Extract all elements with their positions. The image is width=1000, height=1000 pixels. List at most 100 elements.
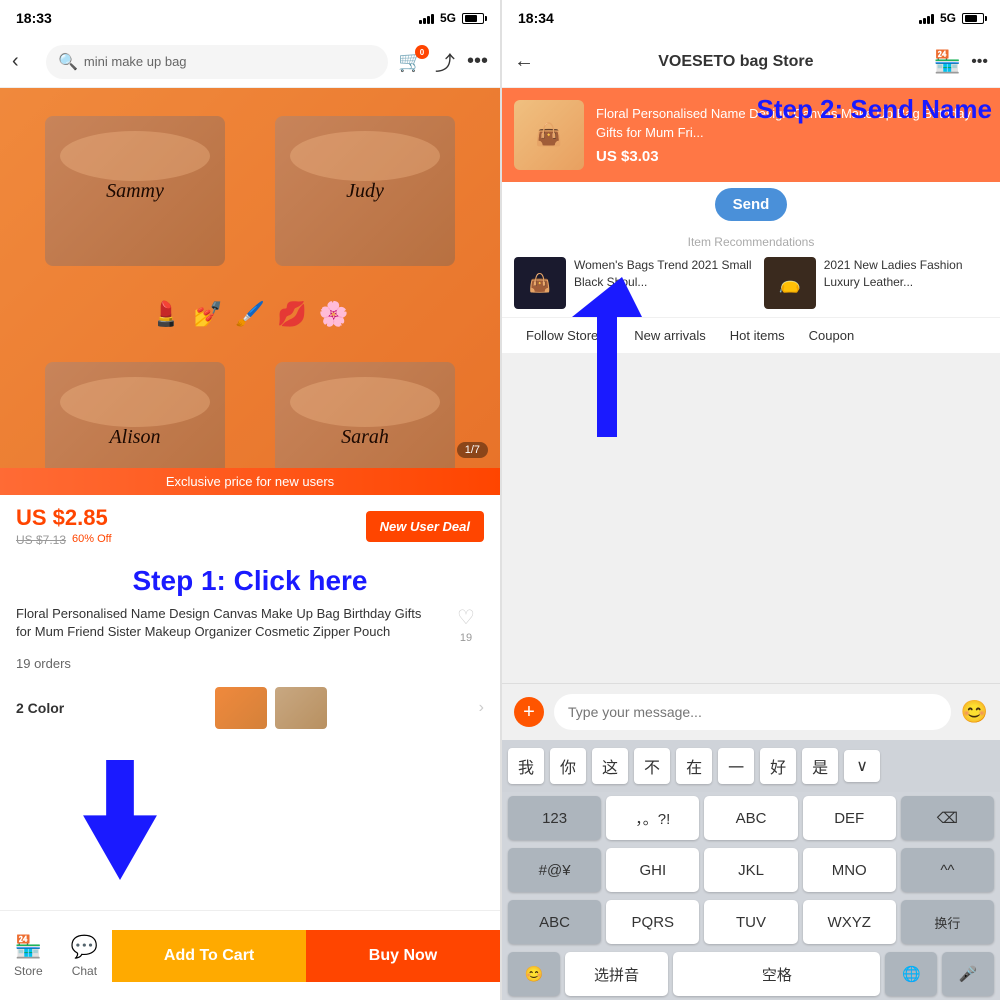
product-card-chat: 👜 Floral Personalised Name Design Canvas…: [502, 88, 1000, 182]
quick-char-bu[interactable]: 不: [634, 748, 670, 784]
keyboard-row-4: 😊 选拼音 空格 🌐 🎤: [502, 948, 1000, 1000]
key-punct[interactable]: ，。?!: [606, 796, 699, 840]
quick-char-yi[interactable]: 一: [718, 748, 754, 784]
send-button[interactable]: Send: [715, 188, 788, 221]
send-row: Send: [502, 182, 1000, 227]
product-card-area: 👜 Floral Personalised Name Design Canvas…: [502, 88, 1000, 182]
right-panel: 18:34 5G ← VOESETO bag Store 🏪 ••• 👜 Flo…: [502, 0, 1000, 1000]
product-info: Floral Personalised Name Design Canvas M…: [0, 605, 500, 652]
step1-annotation: Step 1: Click here: [0, 557, 500, 605]
right-time: 18:34: [518, 10, 554, 26]
original-price-row: US $7.13 60% Off: [16, 531, 112, 547]
key-emoji[interactable]: 😊: [508, 952, 560, 996]
signal-bars-icon: [419, 12, 434, 24]
search-text: mini make up bag: [84, 54, 187, 69]
back-button[interactable]: ‹: [12, 50, 36, 73]
key-globe[interactable]: 🌐: [885, 952, 937, 996]
key-newline[interactable]: 换行: [901, 900, 994, 944]
chat-nav-item[interactable]: 💬 Chat: [57, 934, 112, 978]
keyboard-row-2: #@¥ GHI JKL MNO ^^: [502, 844, 1000, 896]
right-more-icon: •••: [971, 53, 988, 71]
buy-now-button[interactable]: Buy Now: [306, 930, 500, 982]
search-icon: 🔍: [58, 52, 78, 72]
color-thumb-1[interactable]: [215, 687, 267, 729]
key-mno[interactable]: MNO: [803, 848, 896, 892]
tab-hot-items[interactable]: Hot items: [718, 318, 797, 353]
key-wxyz[interactable]: WXYZ: [803, 900, 896, 944]
key-123[interactable]: 123: [508, 796, 601, 840]
rec-info-2: 2021 New Ladies Fashion Luxury Leather..…: [824, 257, 988, 291]
quick-char-shi[interactable]: 是: [802, 748, 838, 784]
key-pinyin[interactable]: 选拼音: [565, 952, 669, 996]
rec-item-2: 👝 2021 New Ladies Fashion Luxury Leather…: [764, 257, 988, 309]
rec-info-1: Women's Bags Trend 2021 Small Black Shou…: [574, 257, 756, 291]
left-panel: 18:33 5G ‹ 🔍 mini make up bag 🛒 0 ⤴ •••: [0, 0, 500, 1000]
bottom-nav: 🏪 Store 💬 Chat Add To Cart Buy Now: [0, 910, 500, 1000]
color-section: 2 Color ›: [0, 679, 500, 737]
store-header: ← VOESETO bag Store 🏪 •••: [502, 36, 1000, 88]
more-icon[interactable]: •••: [467, 50, 488, 73]
chinese-keyboard: 我 你 这 不 在 一 好 是 ∨ 123 ，。?! ABC DEF ⌫ #@¥…: [502, 740, 1000, 1000]
quick-char-zhe[interactable]: 这: [592, 748, 628, 784]
item-recs-label: Item Recommendations: [514, 235, 988, 249]
bag-alison: Alison: [45, 362, 225, 468]
key-abc[interactable]: ABC: [704, 796, 797, 840]
chat-label: Chat: [72, 964, 97, 978]
key-caret[interactable]: ^^: [901, 848, 994, 892]
orders-count: 19 orders: [0, 652, 500, 679]
share-icon[interactable]: ⤴: [435, 47, 455, 76]
color-thumb-2[interactable]: [275, 687, 327, 729]
cart-icon[interactable]: 🛒 0: [398, 49, 423, 74]
left-status-bar: 18:33 5G: [0, 0, 500, 36]
exclusive-banner: Exclusive price for new users: [0, 468, 500, 495]
store-title: VOESETO bag Store: [548, 53, 924, 71]
chat-add-button[interactable]: +: [514, 697, 544, 727]
key-space[interactable]: 空格: [673, 952, 880, 996]
left-time: 18:33: [16, 10, 52, 26]
bag-sammy: Sammy: [45, 116, 225, 266]
tab-follow-store[interactable]: Follow Store: [514, 318, 610, 353]
chat-icon: 💬: [71, 934, 98, 960]
quick-char-ni[interactable]: 你: [550, 748, 586, 784]
cart-badge: 0: [415, 45, 429, 59]
product-card-info: Floral Personalised Name Design Canvas M…: [596, 105, 988, 164]
discount-badge: 60% Off: [72, 533, 112, 545]
quick-chars-row: 我 你 这 不 在 一 好 是 ∨: [502, 740, 1000, 792]
key-jkl[interactable]: JKL: [704, 848, 797, 892]
right-back-button[interactable]: ←: [514, 50, 538, 73]
tab-coupon[interactable]: Coupon: [797, 318, 867, 353]
search-box[interactable]: 🔍 mini make up bag: [46, 45, 388, 79]
quick-char-wo[interactable]: 我: [508, 748, 544, 784]
key-abc2[interactable]: ABC: [508, 900, 601, 944]
quick-char-zai[interactable]: 在: [676, 748, 712, 784]
add-to-cart-button[interactable]: Add To Cart: [112, 930, 306, 982]
current-price: US $2.85: [16, 505, 112, 531]
right-status-bar: 18:34 5G: [502, 0, 1000, 36]
key-special[interactable]: #@¥: [508, 848, 601, 892]
right-battery-icon: [962, 13, 984, 24]
key-pqrs[interactable]: PQRS: [606, 900, 699, 944]
key-tuv[interactable]: TUV: [704, 900, 797, 944]
rec-thumb-1: 👜: [514, 257, 566, 309]
store-nav-item[interactable]: 🏪 Store: [0, 934, 57, 978]
shop-icon: 🏪: [934, 49, 961, 75]
original-price: US $7.13: [16, 533, 66, 547]
price-row: US $2.85 US $7.13 60% Off New User Deal: [0, 495, 500, 557]
quick-char-hao[interactable]: 好: [760, 748, 796, 784]
chat-area: Item Recommendations 👜 Women's Bags Tren…: [502, 227, 1000, 683]
key-delete[interactable]: ⌫: [901, 796, 994, 840]
tab-new-arrivals[interactable]: New arrivals: [622, 318, 718, 353]
emoji-button[interactable]: 😊: [961, 699, 988, 725]
item-recommendations: Item Recommendations 👜 Women's Bags Tren…: [502, 227, 1000, 318]
search-bar-area: ‹ 🔍 mini make up bag 🛒 0 ⤴ •••: [0, 36, 500, 88]
chat-input[interactable]: [554, 694, 951, 730]
store-tabs: Follow Store New arrivals Hot items Coup…: [502, 318, 1000, 354]
key-ghi[interactable]: GHI: [606, 848, 699, 892]
key-mic[interactable]: 🎤: [942, 952, 994, 996]
product-card-title: Floral Personalised Name Design Canvas M…: [596, 105, 988, 141]
chat-input-row: + 😊: [502, 683, 1000, 740]
wishlist-button[interactable]: ♡ 19: [448, 605, 484, 644]
key-def[interactable]: DEF: [803, 796, 896, 840]
quick-char-expand[interactable]: ∨: [844, 750, 880, 782]
rec-thumb-2: 👝: [764, 257, 816, 309]
